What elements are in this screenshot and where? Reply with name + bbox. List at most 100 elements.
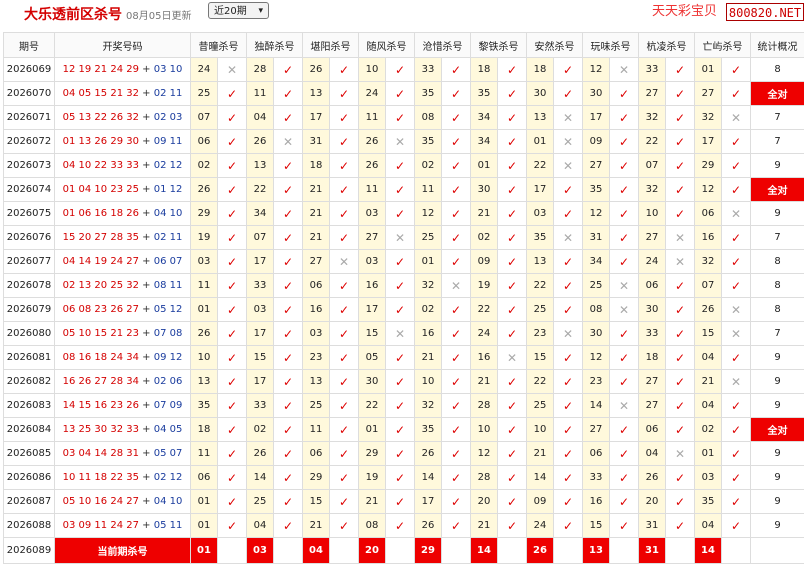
- check-icon: ✓: [450, 470, 462, 485]
- kill-number-cell: 30: [358, 369, 386, 394]
- plus-sign: +: [138, 232, 154, 243]
- back-numbers: 04 10: [153, 496, 183, 507]
- site-slogan[interactable]: 天天彩宝贝: [652, 0, 717, 19]
- result-mark-cell: ✓: [217, 129, 247, 154]
- result-mark-cell: ✓: [721, 513, 751, 538]
- kill-number-cell: 31: [638, 513, 666, 538]
- kill-number-cell: 10: [638, 201, 666, 226]
- draw-numbers-cell: 02 13 20 25 32 + 08 11: [54, 273, 191, 298]
- summary-count: 9: [750, 393, 804, 418]
- kill-number-cell: 09: [582, 129, 610, 154]
- result-mark-cell: ✓: [553, 345, 583, 370]
- check-icon: ✓: [562, 254, 574, 269]
- current-kill-number: 01: [190, 537, 218, 564]
- result-mark-cell: ✓: [441, 513, 471, 538]
- result-mark-cell: ✓: [665, 369, 695, 394]
- kill-number-cell: 35: [414, 81, 442, 106]
- check-icon: ✓: [338, 350, 350, 365]
- check-icon: ✓: [562, 374, 574, 389]
- kill-number-cell: 03: [302, 321, 330, 346]
- kill-number-cell: 22: [638, 129, 666, 154]
- result-mark-cell: ✓: [609, 105, 639, 130]
- result-mark-cell: ✓: [441, 57, 471, 82]
- check-icon: ✓: [338, 398, 350, 413]
- kill-number-cell: 03: [358, 249, 386, 274]
- result-mark-cell: ✓: [329, 129, 359, 154]
- result-mark-cell: ✕: [665, 249, 695, 274]
- kill-number-cell: 26: [358, 153, 386, 178]
- check-icon: ✓: [226, 302, 238, 317]
- kill-number-cell: 22: [358, 393, 386, 418]
- kill-number-cell: 17: [246, 321, 274, 346]
- check-icon: ✓: [394, 182, 406, 197]
- kill-number-cell: 24: [190, 57, 218, 82]
- kill-number-cell: 30: [470, 177, 498, 202]
- period-cell: 2026072: [3, 129, 55, 154]
- page-title: 大乐透前区杀号: [24, 7, 122, 23]
- result-mark-cell: ✓: [217, 417, 247, 442]
- kill-number-cell: 04: [694, 513, 722, 538]
- check-icon: ✓: [506, 494, 518, 509]
- kill-number-cell: 01: [694, 57, 722, 82]
- kill-number-cell: 12: [470, 441, 498, 466]
- front-numbers: 04 05 15 21 32: [62, 88, 139, 99]
- kill-number-cell: 33: [638, 321, 666, 346]
- kill-number-cell: 29: [302, 465, 330, 490]
- check-icon: ✓: [562, 494, 574, 509]
- kill-number-cell: 35: [526, 225, 554, 250]
- result-mark-cell: ✕: [385, 321, 415, 346]
- kill-number-cell: 02: [190, 153, 218, 178]
- check-icon: ✓: [338, 446, 350, 461]
- period-cell: 2026070: [3, 81, 55, 106]
- cross-icon: ✕: [730, 110, 742, 125]
- check-icon: ✓: [674, 494, 686, 509]
- col-expert: 玩味杀号: [582, 32, 639, 58]
- kill-number-cell: 10: [358, 57, 386, 82]
- check-icon: ✓: [730, 62, 742, 77]
- plus-sign: +: [138, 328, 154, 339]
- period-range-select[interactable]: 近20期 ▾: [208, 2, 269, 19]
- draw-numbers-cell: 06 08 23 26 27 + 05 12: [54, 297, 191, 322]
- cross-icon: ✕: [674, 230, 686, 245]
- plus-sign: +: [138, 376, 154, 387]
- result-mark-cell: ✕: [721, 105, 751, 130]
- draw-numbers-cell: 13 25 30 32 33 + 04 05: [54, 417, 191, 442]
- result-mark-cell: ✓: [553, 57, 583, 82]
- check-icon: ✓: [506, 230, 518, 245]
- cross-icon: ✕: [730, 326, 742, 341]
- period-cell: 2026074: [3, 177, 55, 202]
- check-icon: ✓: [226, 182, 238, 197]
- result-mark-cell: ✓: [665, 153, 695, 178]
- result-mark-cell: ✓: [385, 249, 415, 274]
- result-mark-cell: ✓: [497, 81, 527, 106]
- result-mark-cell: ✓: [497, 441, 527, 466]
- table-row: 2026082 16 26 27 28 34 + 02 06 13 ✓ 17 ✓ 13 ✓ 30…: [3, 369, 804, 394]
- result-mark-cell: ✓: [441, 465, 471, 490]
- site-badge[interactable]: 800820.NET: [726, 3, 804, 21]
- result-mark-cell: ✓: [385, 273, 415, 298]
- draw-numbers-cell: 04 05 15 21 32 + 02 11: [54, 81, 191, 106]
- result-mark-cell: ✓: [217, 81, 247, 106]
- check-icon: ✓: [506, 470, 518, 485]
- result-mark-cell: ✓: [273, 489, 303, 514]
- result-mark-cell: ✓: [721, 129, 751, 154]
- check-icon: ✓: [226, 494, 238, 509]
- check-icon: ✓: [674, 374, 686, 389]
- result-mark-cell: ✓: [385, 297, 415, 322]
- table-row: 2026079 06 08 23 26 27 + 05 12 01 ✓ 03 ✓ 16 ✓ 17…: [3, 297, 804, 322]
- front-numbers: 04 14 19 24 27: [62, 256, 139, 267]
- check-icon: ✓: [282, 110, 294, 125]
- kill-number-cell: 26: [414, 441, 442, 466]
- check-icon: ✓: [506, 206, 518, 221]
- check-icon: ✓: [226, 470, 238, 485]
- check-icon: ✓: [450, 494, 462, 509]
- kill-number-cell: 01: [470, 153, 498, 178]
- result-mark-cell: ✓: [497, 153, 527, 178]
- kill-number-cell: 27: [694, 81, 722, 106]
- result-mark-cell: ✓: [609, 465, 639, 490]
- front-numbers: 04 10 22 33 33: [62, 160, 139, 171]
- cross-icon: ✕: [282, 134, 294, 149]
- back-numbers: 09 11: [153, 136, 183, 147]
- check-icon: ✓: [618, 182, 630, 197]
- result-mark-cell: ✓: [497, 465, 527, 490]
